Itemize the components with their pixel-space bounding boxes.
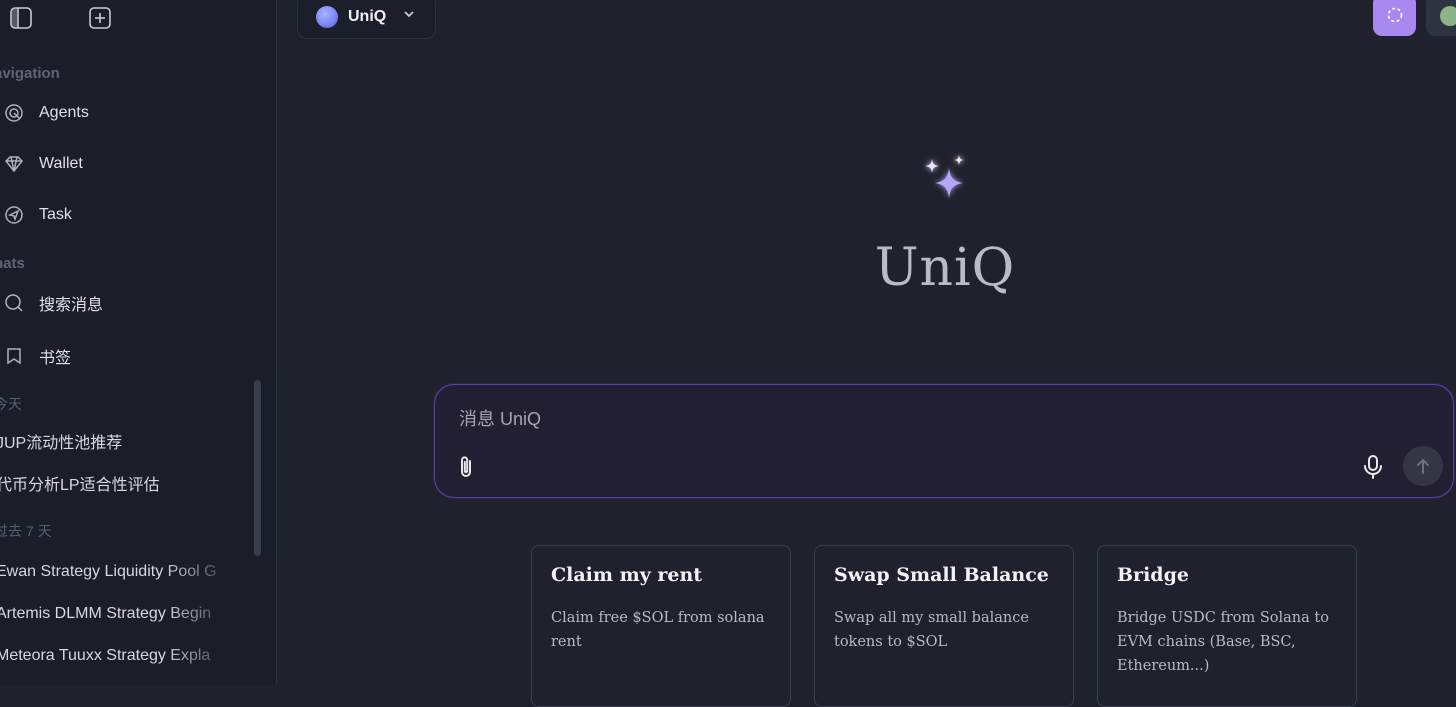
sidebar-item-task[interactable]: Task <box>0 200 260 230</box>
sidebar-item-label: Task <box>39 206 72 223</box>
send-icon <box>4 205 24 225</box>
suggestion-card-claim-rent[interactable]: Claim my rent Claim free $SOL from solan… <box>531 545 791 707</box>
agent-target-icon <box>4 103 24 123</box>
bookmark-icon <box>4 346 24 366</box>
card-title: Claim my rent <box>551 564 703 586</box>
suggestion-card-swap-small-balance[interactable]: Swap Small Balance Swap all my small bal… <box>814 545 1074 707</box>
chat-item[interactable]: Artemis DLMM Strategy Begin <box>0 601 236 627</box>
avatar[interactable] <box>1426 0 1456 36</box>
chat-item[interactable]: Meteora Tuuxx Strategy Expla <box>0 643 236 669</box>
model-selector[interactable]: UniQ <box>297 0 436 39</box>
new-temporary-chat-button[interactable] <box>1373 0 1416 36</box>
card-title: Bridge <box>1117 564 1189 586</box>
model-name: UniQ <box>348 7 387 25</box>
uniq-logo-icon <box>316 5 338 28</box>
sidebar-item-search[interactable]: 搜索消息 <box>0 288 260 318</box>
microphone-icon[interactable] <box>1360 453 1386 481</box>
toggle-sidebar-icon[interactable] <box>8 5 34 31</box>
chevron-down-icon <box>402 7 416 26</box>
search-icon <box>4 293 24 313</box>
sidebar-item-wallet[interactable]: Wallet <box>0 149 260 179</box>
sparkle-icon <box>917 150 979 212</box>
card-description: Claim free $SOL from solana rent <box>551 610 765 650</box>
chat-item[interactable]: JUP流动性池推荐 <box>0 431 236 457</box>
chat-item[interactable]: Ewan Strategy Liquidity Pool G <box>0 559 236 585</box>
sidebar-item-label: Agents <box>39 104 89 121</box>
paperclip-icon[interactable] <box>454 453 480 481</box>
sidebar-item-label: 书签 <box>39 350 72 367</box>
card-description: Swap all my small balance tokens to $SOL <box>834 610 1029 650</box>
diamond-icon <box>4 154 24 174</box>
section-chats: hats <box>0 255 25 272</box>
message-input[interactable]: 消息 UniQ <box>459 405 541 431</box>
send-button[interactable] <box>1403 446 1443 486</box>
chat-item[interactable]: 代币分析LP适合性评估 <box>0 473 236 499</box>
suggestion-card-bridge[interactable]: Bridge Bridge USDC from Solana to EVM ch… <box>1097 545 1357 707</box>
new-chat-icon[interactable] <box>87 5 113 31</box>
section-navigation: avigation <box>0 65 60 82</box>
section-today: 今天 <box>0 396 22 412</box>
sidebar: avigation Agents Wallet Task hats 搜索消息 书… <box>0 0 277 685</box>
card-description: Bridge USDC from Solana to EVM chains (B… <box>1117 610 1329 674</box>
sidebar-item-label: Wallet <box>39 155 83 172</box>
sidebar-item-label: 搜索消息 <box>39 297 104 314</box>
section-past-7-days: 过去 7 天 <box>0 523 52 539</box>
sidebar-item-agents[interactable]: Agents <box>0 98 260 128</box>
card-title: Swap Small Balance <box>834 564 1049 586</box>
message-composer[interactable]: 消息 UniQ <box>434 384 1454 498</box>
hero-title: UniQ <box>874 238 1016 298</box>
sidebar-scrollbar[interactable] <box>254 380 261 556</box>
sidebar-item-bookmarks[interactable]: 书签 <box>0 341 260 371</box>
